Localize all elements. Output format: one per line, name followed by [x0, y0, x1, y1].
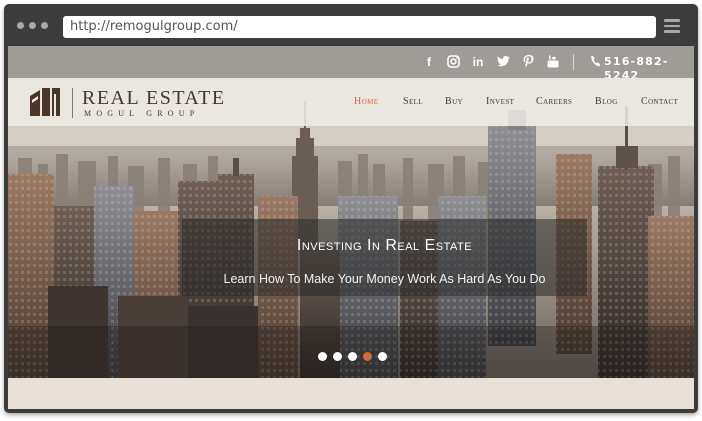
- slider-dot[interactable]: [348, 352, 357, 361]
- brand-subtitle: MOGUL GROUP: [84, 109, 200, 118]
- linkedin-icon[interactable]: in: [471, 55, 485, 69]
- rm-logo-icon[interactable]: [28, 86, 62, 118]
- slider-pagination: [318, 352, 398, 362]
- instagram-icon[interactable]: [446, 55, 460, 69]
- site-header: REAL ESTATE MOGUL GROUP Home Sell Buy In…: [8, 78, 694, 126]
- brand-title[interactable]: REAL ESTATE: [82, 87, 226, 109]
- address-bar[interactable]: http://remogulgroup.com/: [63, 16, 656, 38]
- slider-dot[interactable]: [318, 352, 327, 361]
- nav-contact[interactable]: Contact: [641, 95, 678, 109]
- window-dot-icon: [41, 22, 48, 29]
- twitter-icon[interactable]: [496, 55, 510, 69]
- browser-toolbar: http://remogulgroup.com/: [4, 4, 698, 46]
- social-topbar: f in 516-882-5242: [8, 46, 694, 82]
- hero-subtitle: Learn How To Make Your Money Work As Har…: [223, 272, 546, 286]
- facebook-icon[interactable]: f: [422, 55, 436, 69]
- slider-dot-active[interactable]: [363, 352, 372, 361]
- hero-title: Investing In Real Estate: [296, 237, 473, 254]
- phone-icon: [589, 55, 601, 69]
- youtube-icon[interactable]: [546, 55, 560, 69]
- nav-sell[interactable]: Sell: [403, 95, 423, 109]
- content-band: [8, 378, 694, 409]
- nav-buy[interactable]: Buy: [445, 95, 463, 109]
- nav-invest[interactable]: Invest: [486, 95, 514, 109]
- logo-divider: [72, 88, 73, 118]
- nav-blog[interactable]: Blog: [595, 95, 618, 109]
- page-viewport: f in 516-882-5242 REAL ESTATE MOGUL GROU…: [8, 46, 694, 409]
- nav-home[interactable]: Home: [354, 95, 378, 109]
- nav-careers[interactable]: Careers: [536, 95, 572, 109]
- slider-dot[interactable]: [378, 352, 387, 361]
- hero-caption: Investing In Real Estate Learn How To Ma…: [182, 219, 587, 296]
- hamburger-icon[interactable]: [664, 19, 680, 33]
- topbar-divider: [573, 54, 574, 70]
- window-dot-icon: [17, 22, 24, 29]
- browser-window: http://remogulgroup.com/ f in 516-882-52…: [4, 4, 698, 413]
- window-dot-icon: [29, 22, 36, 29]
- hero-slider: f in 516-882-5242 REAL ESTATE MOGUL GROU…: [8, 46, 694, 378]
- slider-dot[interactable]: [333, 352, 342, 361]
- pinterest-icon[interactable]: [521, 55, 535, 69]
